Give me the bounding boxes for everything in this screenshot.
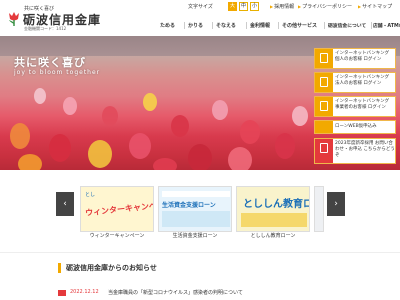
banner-education-loan[interactable]: とししん教育ローン (236, 186, 310, 232)
nav-divider (324, 22, 325, 29)
news-tag-icon (58, 290, 66, 296)
banner-decoration (241, 213, 307, 227)
nav-divider (212, 22, 213, 29)
banner-caption[interactable]: とししん教育ローン (236, 232, 310, 239)
section-marker (58, 263, 61, 273)
banner-headline: ウィンターキャンペーン (84, 199, 154, 218)
news-heading: 砺波信用金庫からのお知らせ (66, 264, 157, 272)
font-size-label: 文字サイズ (188, 4, 213, 10)
side-item-label: ローンWEB仮申込み (335, 124, 377, 129)
font-size-small-button[interactable]: 小 (250, 2, 259, 11)
side-item-label: インターネットバンキング 事業者のお客様 ログイン (335, 99, 390, 110)
banner-winter-campaign[interactable]: とし ウィンターキャンペーン (80, 186, 154, 232)
side-item-label: インターネットバンキング 法人のお客様 ログイン (335, 75, 390, 86)
loan-web-application-button[interactable]: ローンWEB仮申込み (314, 120, 396, 134)
nav-divider (371, 22, 372, 29)
font-size-large-button[interactable]: 大 (228, 2, 237, 11)
nav-divider (246, 22, 247, 29)
carousel-prev-button[interactable]: ‹ (56, 192, 74, 216)
news-item[interactable]: 2022.12.12 当金庫職員の「新型コロナウイルス」感染者の判明について (58, 289, 388, 299)
nav-divider (184, 22, 185, 29)
quick-links: インターネットバンキング 個人のお客様 ログイン インターネットバンキング 法人… (314, 48, 396, 168)
nav-borrow[interactable]: かりる (188, 22, 203, 29)
monitor-icon (315, 49, 333, 68)
nav-about[interactable]: 砺波信金について (328, 22, 366, 29)
campaign-carousel: ‹ とし ウィンターキャンペーン ウィンターキャンペーン 生活資金支援ローン 生… (0, 186, 400, 242)
briefcase-icon (315, 97, 333, 116)
banner-decoration (162, 191, 230, 197)
news-link[interactable]: 当金庫職員の「新型コロナウイルス」感染者の判明について (108, 289, 243, 296)
font-size-medium-button[interactable]: 中 (239, 2, 248, 11)
nav-branches[interactable]: 店舗・ATMのご案内 (373, 22, 400, 29)
banner-living-fund-loan[interactable]: 生活資金支援ローン (158, 186, 232, 232)
logo[interactable]: 共に咲く喜び 砺波信用金庫 金融機関コード：1412 (6, 4, 126, 34)
banner-headline: 生活資金支援ローン (162, 202, 216, 209)
site-header: 共に咲く喜び 砺波信用金庫 金融機関コード：1412 文字サイズ 大 中 小 採… (0, 0, 400, 36)
internet-banking-business-button[interactable]: インターネットバンキング 事業者のお客様 ログイン (314, 96, 396, 117)
banner-caption[interactable]: 生活資金支援ローン (158, 232, 232, 239)
banner-next-peek[interactable] (314, 186, 324, 232)
internet-banking-personal-button[interactable]: インターネットバンキング 個人のお客様 ログイン (314, 48, 396, 69)
nav-interest-rates[interactable]: 金利情報 (250, 22, 270, 29)
nav-other-services[interactable]: その他サービス (282, 22, 317, 29)
page: 共に咲く喜び 砺波信用金庫 金融機関コード：1412 文字サイズ 大 中 小 採… (0, 0, 400, 300)
utility-bar: 文字サイズ 大 中 小 採用情報 プライバシーポリシー サイトマップ (178, 0, 400, 14)
banner-decoration (162, 211, 230, 227)
recruit-link[interactable]: 採用情報 (270, 3, 294, 10)
nav-divider (278, 22, 279, 29)
side-item-label: 2023年度新卒採用 お問い合わせ・お申込 こちらからどうぞ (335, 141, 395, 158)
nav-prepare[interactable]: そなえる (216, 22, 236, 29)
privacy-policy-link[interactable]: プライバシーポリシー (298, 3, 352, 10)
main-nav: ためる かりる そなえる 金利情報 その他サービス 砺波信金について (156, 14, 400, 36)
institution-code: 金融機関コード：1412 (24, 26, 67, 31)
building-icon (315, 73, 333, 92)
hero-subtitle: joy to bloom together (14, 69, 101, 76)
recruitment-button[interactable]: 2023年度新卒採用 お問い合わせ・お申込 こちらからどうぞ (314, 138, 396, 164)
sitemap-link[interactable]: サイトマップ (358, 3, 392, 10)
nav-save[interactable]: ためる (160, 22, 175, 29)
person-icon (315, 139, 333, 163)
hero-title: 共に咲く喜び (14, 56, 86, 69)
carousel-next-button[interactable]: › (327, 192, 345, 216)
side-item-label: インターネットバンキング 個人のお客様 ログイン (335, 51, 390, 62)
banner-top-text: とし (85, 192, 96, 198)
tulip-logo-icon (9, 12, 19, 26)
document-icon (315, 121, 333, 133)
internet-banking-corporate-button[interactable]: インターネットバンキング 法人のお客様 ログイン (314, 72, 396, 93)
news-section: 砺波信用金庫からのお知らせ 2022.12.12 当金庫職員の「新型コロナウイル… (0, 252, 400, 300)
news-date: 2022.12.12 (70, 289, 99, 295)
banner-caption[interactable]: ウィンターキャンペーン (80, 232, 154, 239)
banner-headline: とししん教育ローン (243, 199, 309, 210)
